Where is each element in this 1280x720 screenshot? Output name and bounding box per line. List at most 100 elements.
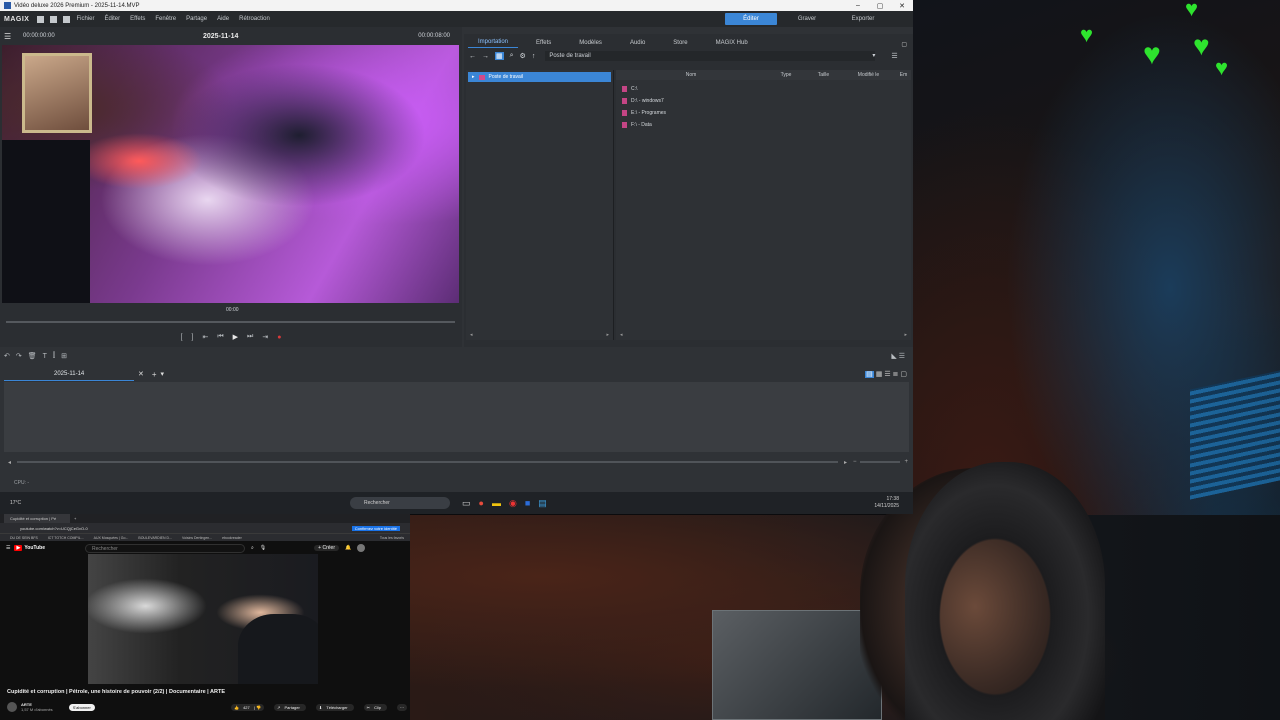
url-field[interactable]: youtube.com/watch?v=UCQjCeGvO-0	[20, 526, 88, 531]
youtube-search[interactable]: Rechercher	[85, 543, 245, 553]
zoom-out-icon[interactable]: −	[853, 459, 857, 465]
bookmark-item[interactable]: AUX Mosquées | Go...	[94, 536, 129, 540]
bookmark-item[interactable]: Voisins Dertingen...	[182, 536, 212, 540]
folder-icon[interactable]	[50, 15, 58, 23]
expand-icon[interactable]: ▸	[472, 74, 475, 80]
system-tray[interactable]: 17:38 14/11/2025	[874, 496, 899, 510]
record-app-icon[interactable]: ◉	[509, 498, 517, 509]
download-button[interactable]: ⬇ Télécharger	[315, 703, 354, 711]
undo-icon[interactable]: ↶	[4, 352, 10, 360]
tree-view-icon[interactable]: ▦	[495, 52, 504, 60]
tree-scrollbar[interactable]: ◂ ▸	[470, 332, 609, 338]
browser-tab[interactable]: Cupidité et corruption | Pé	[4, 514, 70, 523]
tab-modeles[interactable]: Modèles	[569, 40, 612, 48]
mark-out-icon[interactable]: ]	[192, 334, 194, 341]
menu-icon[interactable]: ☰	[4, 32, 13, 41]
back-icon[interactable]: ←	[469, 53, 476, 60]
column-taille[interactable]: Taille	[806, 72, 841, 78]
search-icon[interactable]: ⌕	[251, 545, 254, 551]
prev-marker-icon[interactable]: ⇤	[202, 333, 208, 341]
identity-badge[interactable]: Confirmez votre identité	[351, 525, 400, 531]
channel-avatar[interactable]	[7, 702, 17, 712]
mark-in-icon[interactable]: [	[181, 334, 183, 341]
tab-importation[interactable]: Importation	[468, 39, 519, 48]
column-nom[interactable]: Nom	[616, 72, 766, 78]
skip-forward-icon[interactable]: ⏭	[247, 333, 253, 341]
play-icon[interactable]: ▶	[233, 333, 238, 341]
tab-audio[interactable]: Audio	[620, 40, 655, 48]
youtube-player[interactable]	[88, 554, 318, 684]
avatar[interactable]	[357, 544, 366, 552]
weather-widget[interactable]: 17°C	[10, 500, 50, 506]
tree-item-poste-de-travail[interactable]: ▸ Poste de travail	[468, 72, 611, 82]
menu-editer[interactable]: Éditer	[104, 16, 120, 22]
menu-fichier[interactable]: Fichier	[76, 16, 94, 22]
list-item[interactable]: D:\ - windows7	[616, 95, 911, 107]
like-button[interactable]: 👍 427 | 👎	[230, 703, 265, 711]
tab-effets[interactable]: Effets	[526, 40, 561, 48]
text-icon[interactable]: T	[43, 353, 47, 360]
scroll-left-icon[interactable]: ◂	[8, 459, 11, 466]
bookmark-item[interactable]: BOULEVARDIEN D...	[138, 536, 172, 540]
insert-icon[interactable]: ⊞	[61, 352, 67, 360]
more-icon[interactable]: ⋯	[397, 703, 407, 711]
list-view-icon[interactable]: ☰	[891, 52, 897, 60]
path-dropdown[interactable]: Poste de travail ▾	[545, 51, 876, 61]
close-button[interactable]: ✕	[891, 2, 913, 10]
timeline-menu-icon[interactable]: ☰	[899, 353, 905, 360]
timeline-view-icon[interactable]: ☰	[884, 371, 890, 378]
mouse-mode-icon[interactable]: ◣	[891, 353, 896, 360]
new-tab-icon[interactable]: +	[74, 516, 76, 521]
mic-icon[interactable]: 🎙	[260, 545, 266, 551]
save-icon[interactable]	[63, 15, 71, 23]
tab-project[interactable]: 2025-11-14	[4, 367, 134, 381]
menu-retroaction[interactable]: Rétroaction	[239, 16, 270, 22]
list-item[interactable]: C:\	[616, 83, 911, 95]
scroll-right-icon[interactable]: ▸	[844, 459, 847, 466]
tab-store[interactable]: Store	[663, 40, 697, 48]
scroll-track[interactable]	[17, 461, 838, 463]
menu-icon[interactable]: ☰	[6, 545, 10, 551]
search-icon[interactable]: ⌕	[510, 52, 514, 60]
maximize-button[interactable]: ▢	[869, 2, 891, 10]
record-icon[interactable]: ●	[277, 334, 281, 341]
gear-icon[interactable]: ⚙	[520, 52, 526, 60]
close-tab-icon[interactable]: ✕	[138, 370, 144, 378]
chrome-icon[interactable]: ●	[479, 498, 484, 509]
mode-graver-button[interactable]: Graver	[781, 13, 833, 25]
maximize-timeline-icon[interactable]: ▢	[900, 371, 907, 378]
subscribe-button[interactable]: S'abonner	[68, 703, 95, 711]
bell-icon[interactable]: 🔔	[345, 545, 351, 551]
bookmark-item[interactable]: Tous les favoris	[380, 536, 404, 540]
column-modifie[interactable]: Modifié le	[841, 72, 896, 78]
list-item[interactable]: F:\ - Data	[616, 119, 911, 131]
minimize-button[interactable]: –	[847, 2, 869, 9]
file-scrollbar[interactable]: ◂ ▸	[620, 332, 907, 338]
tab-magix-hub[interactable]: MAGIX Hub	[706, 40, 758, 48]
youtube-logo[interactable]: ▶ YouTube	[14, 545, 45, 551]
folder-icon[interactable]: ▬	[492, 498, 501, 509]
column-em[interactable]: Em	[896, 72, 911, 78]
list-item[interactable]: E:\ - Programes	[616, 107, 911, 119]
mode-editer-button[interactable]: Éditer	[725, 13, 777, 25]
menu-aide[interactable]: Aide	[217, 16, 229, 22]
split-icon[interactable]: ⫿	[53, 352, 55, 360]
up-icon[interactable]: ↑	[532, 53, 536, 60]
column-type[interactable]: Type	[766, 72, 806, 78]
menu-fenetre[interactable]: Fenêtre	[155, 16, 176, 22]
zoom-in-icon[interactable]: +	[904, 459, 908, 465]
redo-icon[interactable]: ↷	[16, 352, 22, 360]
mode-exporter-button[interactable]: Exporter	[837, 13, 889, 25]
file-icon[interactable]	[37, 15, 45, 23]
share-button[interactable]: ↗ Partager	[274, 703, 306, 711]
delete-icon[interactable]: 🗑	[28, 352, 37, 360]
scrub-track[interactable]	[6, 321, 455, 323]
undock-icon[interactable]: ▢	[766, 41, 913, 48]
skip-back-icon[interactable]: ⏮	[217, 333, 223, 341]
bookmark-item[interactable]: ebookreader	[222, 536, 242, 540]
task-view-icon[interactable]: ▭	[462, 498, 471, 509]
clip-button[interactable]: ✂ Clip	[363, 703, 387, 711]
menu-effets[interactable]: Effets	[130, 16, 145, 22]
scene-view-icon[interactable]: ▦	[876, 371, 883, 378]
forward-icon[interactable]: →	[482, 53, 489, 60]
